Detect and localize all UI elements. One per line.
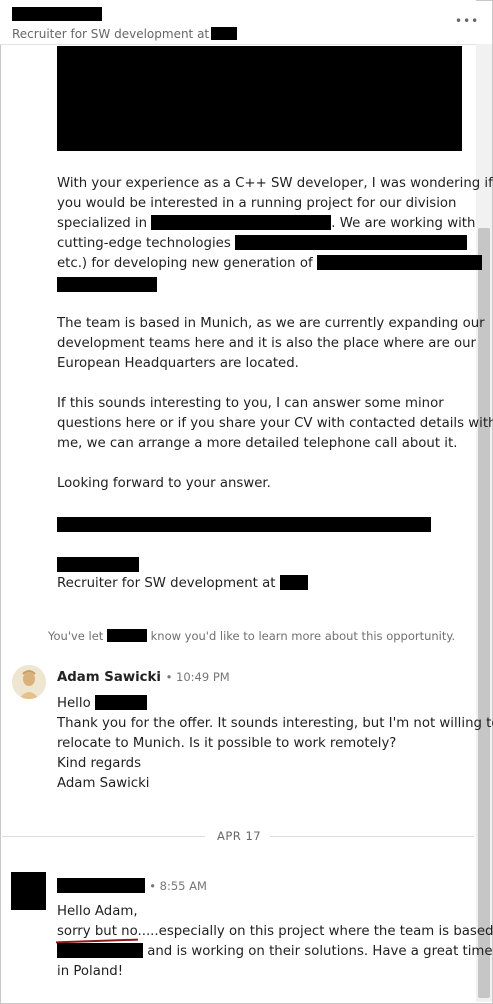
- msg-text: sorry but no: [57, 924, 138, 939]
- msg-line: Hello Adam,: [57, 904, 138, 919]
- msg-line: Looking forward to your answer.: [57, 476, 271, 491]
- msg-text: specialized in: [57, 216, 148, 231]
- msg-text: . We are working with: [331, 216, 476, 231]
- avatar[interactable]: [12, 665, 46, 699]
- msg-text: etc.) for developing new generation of: [57, 256, 313, 271]
- msg-line: specialized in . We are working with: [57, 214, 475, 234]
- redacted-inline: [57, 943, 143, 958]
- recruiter-name-redacted[interactable]: [57, 878, 145, 893]
- msg-line: relocate to Munich. Is it possible to wo…: [57, 736, 397, 751]
- msg-line: Thank you for the offer. It sounds inter…: [57, 716, 493, 731]
- more-icon[interactable]: •••: [455, 14, 479, 28]
- msg-line: etc.) for developing new generation of: [57, 254, 482, 274]
- redacted-inline: [106, 629, 147, 642]
- note-text: You've let: [48, 629, 104, 643]
- company-redacted: [211, 27, 238, 40]
- msg-text: and is working on their solutions. Have …: [147, 944, 493, 959]
- sender-name[interactable]: Adam Sawicki: [57, 670, 161, 685]
- msg-line: The team is based in Munich, as we are c…: [57, 316, 485, 331]
- redacted-inline: [316, 255, 482, 270]
- divider-line: [2, 836, 205, 837]
- msg-line: European Headquarters are located.: [57, 356, 299, 371]
- recruiter-headline: Recruiter for SW development at: [12, 27, 238, 41]
- redacted-inline: [279, 575, 308, 590]
- msg-text: Recruiter for SW development at: [57, 576, 276, 591]
- redacted-signature-name: [57, 557, 139, 572]
- msg-line: me, we can arrange a more detailed telep…: [57, 436, 458, 451]
- redacted-inline: [57, 277, 157, 292]
- msg-line: Adam Sawicki: [57, 776, 150, 791]
- signature-title: Recruiter for SW development at: [57, 574, 308, 594]
- conversation-header: Recruiter for SW development at •••: [0, 0, 479, 45]
- msg-text: cutting-edge technologies: [57, 236, 231, 251]
- divider-line: [270, 836, 474, 837]
- recruiter-name-redacted[interactable]: [12, 7, 102, 21]
- msg-line: in Poland!: [57, 964, 124, 979]
- msg-line: development teams here and it is also th…: [57, 336, 477, 351]
- msg-line: cutting-edge technologies: [57, 234, 467, 254]
- reply-sender: Adam Sawicki • 10:49 PM: [57, 670, 230, 685]
- final-sender: • 8:55 AM: [57, 876, 207, 897]
- msg-line: you would be interested in a running pro…: [57, 196, 457, 211]
- msg-line: If this sounds interesting to you, I can…: [57, 396, 444, 411]
- msg-line: With your experience as a C++ SW develop…: [57, 176, 493, 191]
- msg-line: questions here or if you share your CV w…: [57, 416, 493, 431]
- msg-text: .....especially on this project where th…: [137, 924, 493, 939]
- message-time: • 10:49 PM: [165, 670, 230, 684]
- msg-line: and is working on their solutions. Have …: [57, 942, 493, 962]
- scrollbar-thumb[interactable]: [478, 228, 490, 998]
- redacted-block: [57, 46, 462, 151]
- redacted-inline: [235, 235, 467, 250]
- note-text: know you'd like to learn more about this…: [150, 629, 456, 643]
- date-divider: APR 17: [217, 829, 262, 843]
- redacted-inline: [57, 517, 431, 532]
- recruiter-avatar-redacted[interactable]: [11, 872, 46, 910]
- headline-text: Recruiter for SW development at: [12, 27, 210, 41]
- redacted-inline: [94, 695, 147, 710]
- system-note: You've let know you'd like to learn more…: [48, 629, 455, 643]
- message-time: • 8:55 AM: [149, 879, 207, 893]
- redacted-inline: [151, 215, 332, 230]
- msg-line: Kind regards: [57, 756, 142, 771]
- msg-line: Hello: [57, 694, 147, 714]
- msg-text: Hello: [57, 696, 91, 711]
